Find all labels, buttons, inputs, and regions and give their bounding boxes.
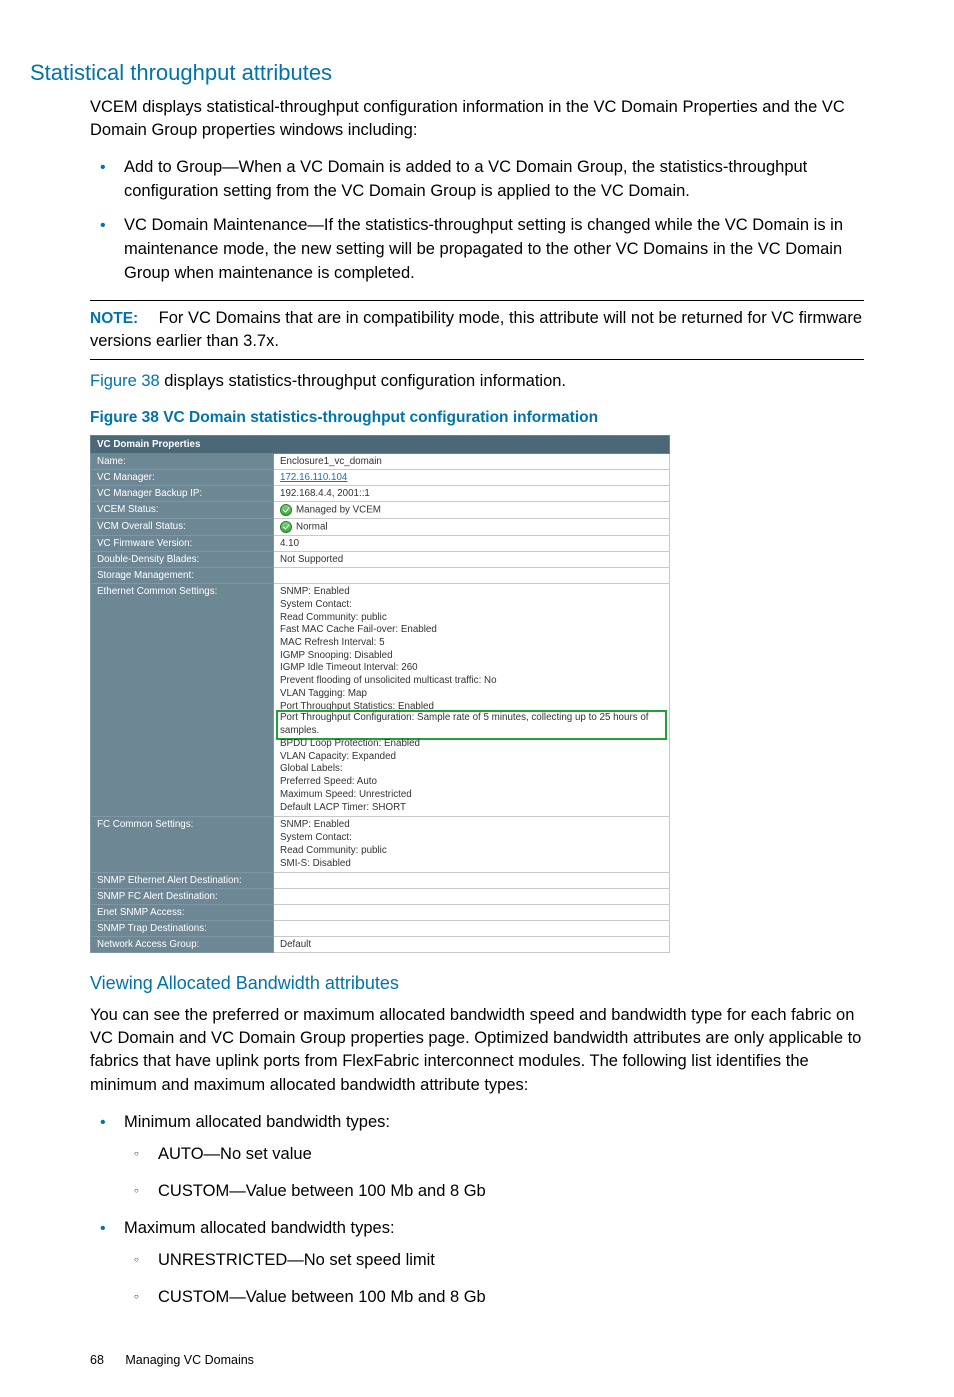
list-item: Minimum allocated bandwidth types: AUTO—… [124,1111,864,1203]
min-bandwidth-sublist: AUTO—No set value CUSTOM—Value between 1… [124,1143,864,1203]
status-ok-icon [280,504,292,516]
setting-line: IGMP Snooping: Disabled [280,650,663,663]
row-value [274,921,670,937]
figure-caption: Figure 38 VC Domain statistics-throughpu… [90,409,864,427]
table-row: SNMP Trap Destinations: [91,921,670,937]
row-value [274,873,670,889]
setting-line: BPDU Loop Protection: Enabled [280,738,663,751]
bandwidth-types-list: Minimum allocated bandwidth types: AUTO—… [90,1111,864,1309]
list-item-heading: Maximum allocated bandwidth types: [124,1219,395,1237]
setting-line: IGMP Idle Timeout Interval: 260 [280,662,663,675]
note-text: For VC Domains that are in compatibility… [90,309,862,350]
page-number: 68 [90,1353,104,1367]
ethernet-settings-value: SNMP: Enabled System Contact: Read Commu… [274,584,670,817]
setting-line: Read Community: public [280,612,663,625]
row-label: SNMP Trap Destinations: [91,921,274,937]
table-row: Double-Density Blades: Not Supported [91,552,670,568]
fc-settings-value: SNMP: Enabled System Contact: Read Commu… [274,817,670,873]
setting-line: Maximum Speed: Unrestricted [280,789,663,802]
row-label: Name: [91,454,274,470]
setting-line: Default LACP Timer: SHORT [280,802,663,815]
figure-reference-link[interactable]: Figure 38 [90,372,160,390]
setting-line: Fast MAC Cache Fail-over: Enabled [280,624,663,637]
section-heading: Statistical throughput attributes [0,60,864,86]
row-value [274,905,670,921]
note-label: NOTE: [90,310,138,327]
row-label: SNMP Ethernet Alert Destination: [91,873,274,889]
subsection-paragraph: You can see the preferred or maximum all… [90,1004,864,1096]
row-value [274,568,670,584]
setting-line: Prevent flooding of unsolicited multicas… [280,675,663,688]
list-item: CUSTOM—Value between 100 Mb and 8 Gb [158,1180,864,1203]
highlighted-setting-line: Port Throughput Configuration: Sample ra… [278,712,665,737]
setting-line: MAC Refresh Interval: 5 [280,637,663,650]
intro-paragraph: VCEM displays statistical-throughput con… [90,96,864,142]
row-label: VC Manager: [91,470,274,486]
table-row: VC Manager: 172.16.110.104 [91,470,670,486]
table-row: VC Firmware Version: 4.10 [91,536,670,552]
row-label: VC Firmware Version: [91,536,274,552]
setting-line: Global Labels: [280,763,663,776]
figure-ref-tail: displays statistics-throughput configura… [160,372,566,390]
table-row: Enet SNMP Access: [91,905,670,921]
max-bandwidth-sublist: UNRESTRICTED—No set speed limit CUSTOM—V… [124,1249,864,1309]
status-ok-icon [280,521,292,533]
row-label: Enet SNMP Access: [91,905,274,921]
table-row: FC Common Settings: SNMP: Enabled System… [91,817,670,873]
status-text: Managed by VCEM [296,505,381,516]
row-value: 192.168.4.4, 2001::1 [274,486,670,502]
table-row: VCM Overall Status: Normal [91,519,670,536]
row-value: Default [274,937,670,953]
row-label: SNMP FC Alert Destination: [91,889,274,905]
vc-manager-link[interactable]: 172.16.110.104 [274,470,670,486]
table-row: Storage Management: [91,568,670,584]
row-label: VCM Overall Status: [91,519,274,536]
row-value: Managed by VCEM [274,502,670,519]
row-label: VCEM Status: [91,502,274,519]
row-value: Normal [274,519,670,536]
table-row: Name: Enclosure1_vc_domain [91,454,670,470]
row-label: Network Access Group: [91,937,274,953]
list-item: CUSTOM—Value between 100 Mb and 8 Gb [158,1286,864,1309]
list-item-heading: Minimum allocated bandwidth types: [124,1113,390,1131]
note-block: NOTE: For VC Domains that are in compati… [90,300,864,360]
table-row: SNMP FC Alert Destination: [91,889,670,905]
row-label: Storage Management: [91,568,274,584]
list-item: Maximum allocated bandwidth types: UNRES… [124,1217,864,1309]
setting-line: VLAN Tagging: Map [280,688,663,701]
setting-line: Read Community: public [280,845,663,858]
table-row: Ethernet Common Settings: SNMP: Enabled … [91,584,670,817]
list-item: VC Domain Maintenance—If the statistics-… [124,214,864,286]
row-label: FC Common Settings: [91,817,274,873]
footer-title: Managing VC Domains [125,1353,254,1367]
table-row: Network Access Group: Default [91,937,670,953]
row-value: Not Supported [274,552,670,568]
status-text: Normal [296,522,328,533]
setting-line: VLAN Capacity: Expanded [280,751,663,764]
row-value: 4.10 [274,536,670,552]
setting-line: System Contact: [280,832,663,845]
row-label: VC Manager Backup IP: [91,486,274,502]
figure-ref-sentence: Figure 38 displays statistics-throughput… [90,370,864,393]
page-footer: 68 Managing VC Domains [90,1323,864,1367]
table-row: SNMP Ethernet Alert Destination: [91,873,670,889]
subsection-heading: Viewing Allocated Bandwidth attributes [90,973,864,994]
setting-line: SNMP: Enabled [280,819,663,832]
intro-bullet-list: Add to Group—When a VC Domain is added t… [90,156,864,286]
row-label: Ethernet Common Settings: [91,584,274,817]
row-value: Enclosure1_vc_domain [274,454,670,470]
setting-line: SNMP: Enabled [280,586,663,599]
setting-line: SMI-S: Disabled [280,858,663,871]
list-item: AUTO—No set value [158,1143,864,1166]
setting-line: System Contact: [280,599,663,612]
table-header: VC Domain Properties [91,436,670,454]
table-row: VCEM Status: Managed by VCEM [91,502,670,519]
row-label: Double-Density Blades: [91,552,274,568]
table-row: VC Manager Backup IP: 192.168.4.4, 2001:… [91,486,670,502]
list-item: UNRESTRICTED—No set speed limit [158,1249,864,1272]
setting-line: Preferred Speed: Auto [280,776,663,789]
row-value [274,889,670,905]
vc-domain-properties-table: VC Domain Properties Name: Enclosure1_vc… [90,435,670,953]
list-item: Add to Group—When a VC Domain is added t… [124,156,864,204]
